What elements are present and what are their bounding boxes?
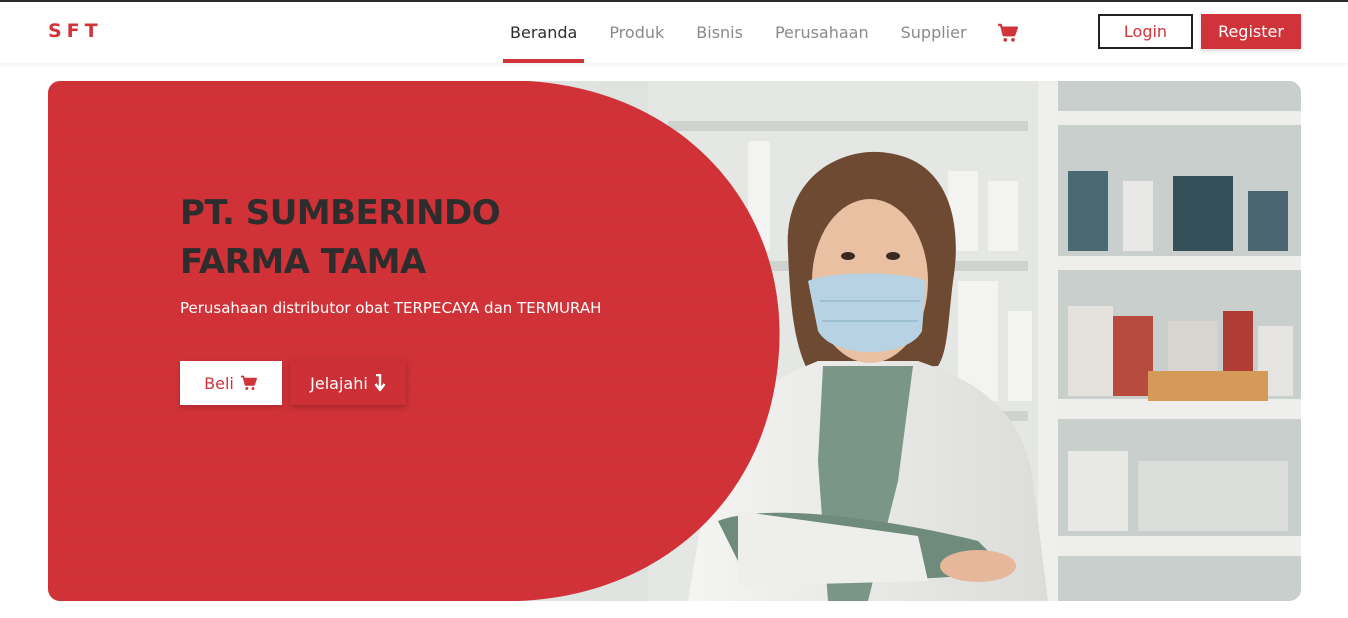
explore-button[interactable]: Jelajahi [290, 361, 406, 405]
nav-item-produk[interactable]: Produk [599, 2, 674, 63]
nav-item-bisnis[interactable]: Bisnis [686, 2, 753, 63]
nav-item-perusahaan[interactable]: Perusahaan [765, 2, 879, 63]
main-nav: Beranda Produk Bisnis Perusahaan Supplie… [500, 2, 1023, 63]
explore-button-label: Jelajahi [310, 373, 368, 393]
arrow-down-icon [374, 374, 386, 392]
hero-banner: PT. SUMBERINDO FARMA TAMA Perusahaan dis… [48, 81, 1301, 601]
hero-title-line-2: FARMA TAMA [180, 242, 426, 282]
cart-icon[interactable] [993, 2, 1023, 63]
register-button[interactable]: Register [1201, 14, 1301, 49]
buy-button-label: Beli [204, 373, 234, 393]
hero-title: PT. SUMBERINDO FARMA TAMA [180, 189, 600, 287]
nav-item-beranda[interactable]: Beranda [500, 2, 587, 63]
hero-subtitle: Perusahaan distributor obat TERPECAYA da… [180, 299, 602, 317]
buy-button[interactable]: Beli [180, 361, 282, 405]
logo[interactable]: SFT [48, 20, 103, 42]
hero-title-line-1: PT. SUMBERINDO [180, 193, 501, 233]
navbar: SFT Beranda Produk Bisnis Perusahaan Sup… [0, 2, 1348, 63]
hero-red-panel [48, 81, 780, 601]
login-button[interactable]: Login [1098, 14, 1193, 49]
shopping-cart-icon [240, 375, 258, 391]
nav-item-supplier[interactable]: Supplier [891, 2, 977, 63]
